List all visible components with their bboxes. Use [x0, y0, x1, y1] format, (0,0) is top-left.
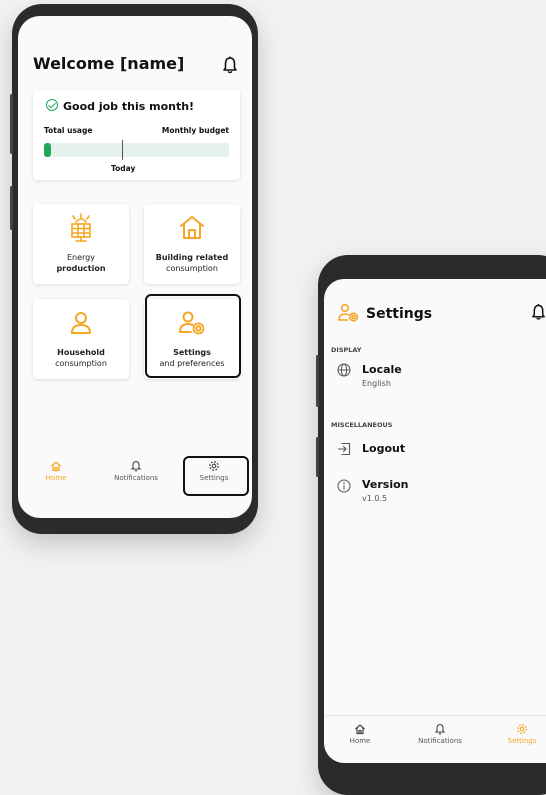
summary-heading-row: Good job this month!: [46, 99, 195, 113]
bell-icon: [434, 723, 446, 735]
tab-label: Home: [45, 474, 67, 482]
section-miscellaneous: MISCELLANEOUS: [331, 421, 393, 429]
tile-household-consumption[interactable]: Household consumption: [33, 299, 129, 379]
tab-notifications[interactable]: Notifications: [106, 460, 166, 482]
usage-progress-bar: [44, 143, 229, 157]
tab-label: Home: [349, 737, 371, 745]
globe-icon: [337, 363, 351, 377]
tab-label: Notifications: [418, 737, 462, 745]
bottom-tab-bar: Home Notifications Settings: [18, 454, 252, 500]
usage-progress-fill: [44, 143, 52, 157]
bell-icon[interactable]: [222, 56, 238, 74]
version-value: v1.0.5: [362, 494, 388, 503]
tile-energy-production[interactable]: Energy production: [33, 204, 129, 284]
house-icon: [180, 216, 204, 239]
gear-icon: [517, 724, 527, 734]
settings-screen: Settings DISPLAY Locale English MISCELLA…: [324, 279, 546, 763]
bell-icon[interactable]: [531, 303, 546, 321]
logout-title: Logout: [362, 442, 406, 455]
phone-side-button: [316, 437, 319, 477]
today-marker: [122, 140, 123, 160]
highlight-frame: [145, 294, 241, 378]
tab-settings[interactable]: Settings: [496, 723, 546, 745]
monthly-budget-label: Monthly budget: [161, 126, 229, 135]
tab-notifications[interactable]: Notifications: [410, 723, 470, 745]
total-usage-label: Total usage: [44, 126, 93, 135]
page-title: Welcome [name]: [33, 54, 185, 73]
bell-icon: [130, 460, 142, 472]
phone-side-button: [10, 94, 13, 154]
monthly-summary-card: Good job this month! Total usage Monthly…: [33, 90, 240, 180]
tile-label-line2: consumption: [55, 359, 107, 368]
tab-label: Settings: [507, 737, 537, 745]
locale-title: Locale: [362, 363, 402, 376]
tile-label-line1: Energy: [66, 253, 95, 262]
summary-heading: Good job this month!: [63, 100, 195, 113]
user-settings-icon: [338, 303, 359, 322]
tab-home[interactable]: Home: [340, 723, 380, 745]
phone-side-button: [316, 355, 319, 407]
section-display: DISPLAY: [331, 346, 362, 354]
phone-home: Welcome [name] Good job this month! Tota…: [10, 4, 258, 534]
tile-building-consumption[interactable]: Building related consumption: [144, 204, 240, 284]
tab-home[interactable]: Home: [36, 460, 76, 482]
home-icon: [51, 461, 61, 472]
phone-side-button: [10, 186, 13, 230]
logout-icon: [337, 442, 351, 456]
person-icon: [70, 312, 92, 334]
tile-label-line2: production: [56, 264, 106, 273]
tile-label-line2: consumption: [166, 264, 218, 273]
tile-label-line1: Building related: [155, 253, 229, 262]
page-title: Settings: [366, 306, 433, 322]
tile-label-line1: Household: [57, 348, 105, 357]
phone-settings: Settings DISPLAY Locale English MISCELLA…: [316, 255, 546, 795]
version-title: Version: [362, 478, 409, 491]
locale-value: English: [362, 379, 391, 388]
highlight-frame: [183, 456, 249, 496]
info-icon: [337, 479, 351, 493]
home-icon: [355, 724, 365, 735]
bottom-tab-bar: Home Notifications Settings: [324, 715, 546, 763]
solar-panel-icon: [71, 213, 91, 242]
tab-label: Notifications: [114, 474, 158, 482]
check-circle-icon: [46, 99, 58, 111]
today-label: Today: [111, 164, 136, 173]
home-screen: Welcome [name] Good job this month! Tota…: [18, 16, 252, 518]
